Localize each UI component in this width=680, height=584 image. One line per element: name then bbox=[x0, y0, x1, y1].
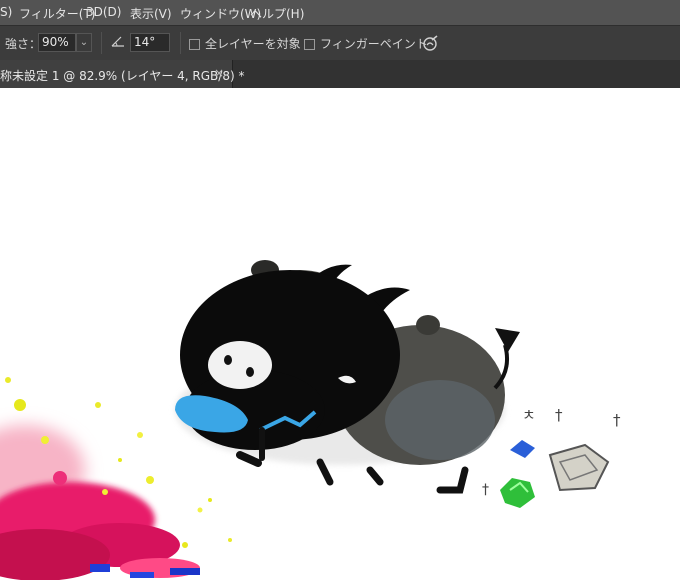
annotation-mark: † bbox=[555, 406, 563, 424]
menu-item-select[interactable]: S) bbox=[0, 5, 12, 19]
strength-label: 強さ： bbox=[5, 37, 42, 51]
angle-input[interactable]: 14° bbox=[130, 33, 170, 52]
menu-bar: S) フィルター(T) 3D(D) 表示(V) ウィンドウ(W) ヘルプ(H) bbox=[0, 0, 680, 25]
annotation-mark: † bbox=[482, 482, 489, 498]
document-tab-title: 称未設定 1 @ 82.9% (レイヤー 4, RGB/8) * bbox=[0, 69, 245, 83]
options-separator bbox=[180, 32, 181, 54]
pressure-icon[interactable] bbox=[421, 33, 441, 56]
sample-all-layers-label: 全レイヤーを対象 bbox=[205, 37, 301, 51]
canvas-area[interactable]: ㅊ † † † bbox=[0, 89, 680, 581]
finger-painting-label: フィンガーペイント bbox=[320, 37, 428, 51]
artwork: ㅊ † † † bbox=[0, 260, 621, 581]
menu-item-3d[interactable]: 3D(D) bbox=[86, 5, 121, 19]
menu-item-filter[interactable]: フィルター(T) bbox=[19, 5, 95, 22]
close-icon[interactable]: × bbox=[214, 66, 224, 80]
options-separator bbox=[101, 32, 102, 54]
menu-item-view[interactable]: 表示(V) bbox=[130, 5, 172, 22]
document-tab-bar: 称未設定 1 @ 82.9% (レイヤー 4, RGB/8) * × bbox=[0, 60, 680, 88]
menu-item-help[interactable]: ヘルプ(H) bbox=[250, 5, 304, 22]
gems bbox=[500, 440, 610, 508]
annotation-mark: † bbox=[613, 411, 621, 429]
strength-input[interactable]: 90% bbox=[38, 33, 76, 52]
sample-all-layers-checkbox[interactable] bbox=[189, 39, 200, 50]
document-tab[interactable]: 称未設定 1 @ 82.9% (レイヤー 4, RGB/8) * × bbox=[0, 60, 244, 88]
strength-dropdown-button[interactable]: ⌄ bbox=[76, 33, 92, 52]
finger-painting-checkbox[interactable] bbox=[304, 39, 315, 50]
annotation-mark: ㅊ bbox=[522, 406, 536, 424]
chevron-down-icon: ⌄ bbox=[79, 37, 89, 48]
angle-icon bbox=[110, 33, 126, 52]
tool-options-bar: 強さ： 90% ⌄ 14° 全レイヤーを対象 フィンガーペイント bbox=[0, 25, 680, 60]
